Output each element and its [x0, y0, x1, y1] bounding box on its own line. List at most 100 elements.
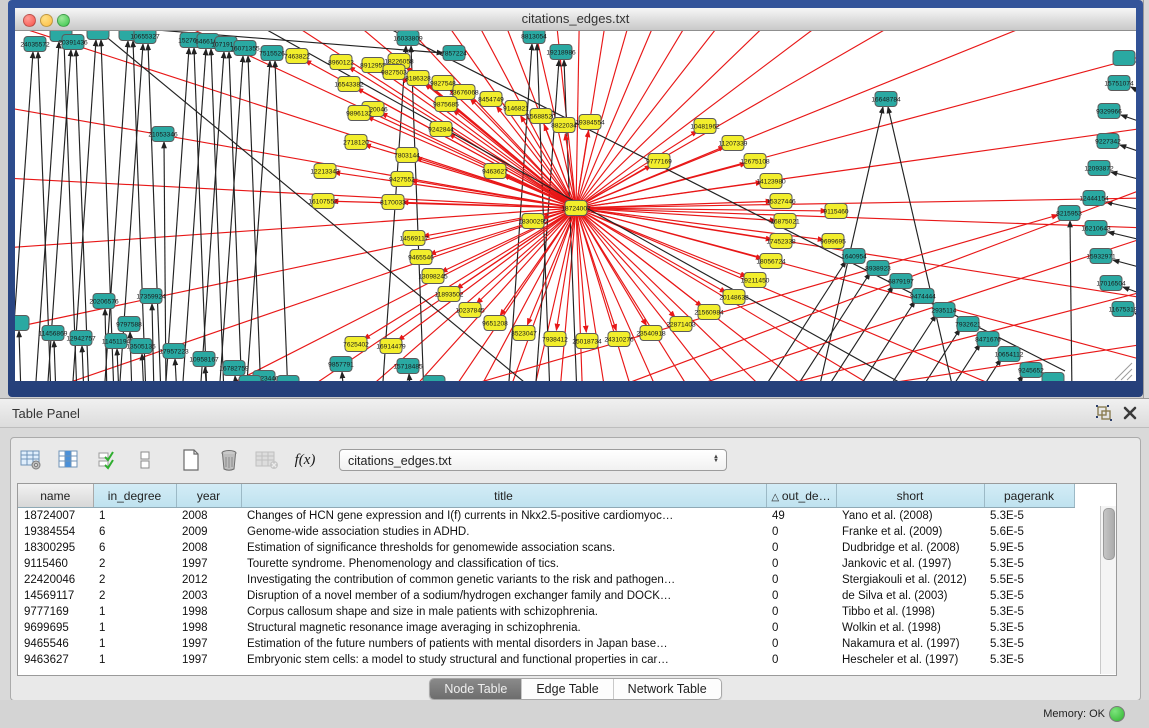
- network-node[interactable]: 15932971: [1086, 249, 1116, 264]
- network-node[interactable]: 7515526: [259, 46, 285, 61]
- network-node[interactable]: 19384554: [575, 115, 605, 130]
- network-node[interactable]: 9242844: [428, 122, 454, 137]
- network-node[interactable]: 9227342: [1095, 134, 1121, 149]
- network-node[interactable]: [1113, 51, 1135, 66]
- table-cell[interactable]: 5.3E-5: [984, 604, 1074, 620]
- network-node[interactable]: 9875685: [433, 97, 459, 112]
- network-node[interactable]: 9896132: [346, 106, 372, 121]
- network-node[interactable]: 15718485: [393, 359, 423, 374]
- network-node[interactable]: [239, 376, 261, 382]
- table-row[interactable]: 946362711997Embryonic stem cells: a mode…: [18, 652, 1074, 668]
- table-cell[interactable]: 9465546: [18, 636, 93, 652]
- table-cell[interactable]: Yano et al. (2008): [836, 508, 984, 525]
- table-cell[interactable]: Estimation of the future numbers of pati…: [241, 636, 766, 652]
- table-cell[interactable]: 5.9E-5: [984, 540, 1074, 556]
- table-cell[interactable]: Embryonic stem cells: a model to study s…: [241, 652, 766, 668]
- network-node[interactable]: 12942757: [66, 331, 96, 346]
- network-node[interactable]: 21560984: [694, 305, 724, 320]
- network-node[interactable]: 14569117: [400, 231, 429, 246]
- network-node[interactable]: 12213343: [310, 164, 340, 179]
- table-row[interactable]: 946554611997Estimation of the future num…: [18, 636, 1074, 652]
- table-cell[interactable]: 49: [766, 508, 836, 525]
- network-node[interactable]: 12675108: [740, 154, 770, 169]
- table-cell[interactable]: 0: [766, 636, 836, 652]
- table-cell[interactable]: 1: [93, 620, 176, 636]
- network-node[interactable]: 20206576: [89, 294, 119, 309]
- network-node[interactable]: 9651208: [482, 316, 508, 331]
- table-row[interactable]: 1830029562008Estimation of significance …: [18, 540, 1074, 556]
- table-cell[interactable]: 2: [93, 572, 176, 588]
- network-node[interactable]: 7463822: [284, 49, 310, 64]
- network-node[interactable]: 9245652: [1018, 363, 1044, 378]
- network-node[interactable]: 19218986: [546, 45, 576, 60]
- network-node[interactable]: 8170033: [380, 195, 406, 210]
- table-cell[interactable]: 9463627: [18, 652, 93, 668]
- table-cell[interactable]: 5.5E-5: [984, 572, 1074, 588]
- network-node[interactable]: 8960122: [328, 55, 354, 70]
- table-cell[interactable]: 1998: [176, 604, 241, 620]
- window-titlebar[interactable]: citations_edges.txt: [15, 8, 1136, 31]
- table-cell[interactable]: 14569117: [18, 588, 93, 604]
- table-cell[interactable]: 1: [93, 508, 176, 525]
- network-node[interactable]: 24035572: [20, 37, 50, 52]
- select-all-icon[interactable]: [95, 448, 119, 472]
- network-node[interactable]: 20148632: [719, 290, 749, 305]
- table-row[interactable]: 969969511998Structural magnetic resonanc…: [18, 620, 1074, 636]
- table-cell[interactable]: Corpus callosum shape and size in male p…: [241, 604, 766, 620]
- table-cell[interactable]: 2: [93, 556, 176, 572]
- network-node[interactable]: 10237845: [455, 303, 485, 318]
- table-cell[interactable]: 2008: [176, 508, 241, 525]
- table-cell[interactable]: 5.3E-5: [984, 556, 1074, 572]
- network-node[interactable]: 16033809: [393, 31, 423, 46]
- table-cell[interactable]: Changes of HCN gene expression and I(f) …: [241, 508, 766, 525]
- table-cell[interactable]: 2009: [176, 524, 241, 540]
- table-row[interactable]: 1456911722003Disruption of a novel membe…: [18, 588, 1074, 604]
- network-node[interactable]: 7938412: [542, 332, 568, 347]
- network-node[interactable]: 12444154: [1079, 191, 1109, 206]
- network-canvas[interactable]: 2403557220391436106553271527662646616010…: [15, 31, 1136, 381]
- network-node[interactable]: [87, 31, 109, 40]
- table-row[interactable]: 911546021997Tourette syndrome. Phenomeno…: [18, 556, 1074, 572]
- network-node[interactable]: 10654112: [995, 347, 1024, 362]
- network-node[interactable]: 18724007: [561, 201, 591, 216]
- table-cell[interactable]: 1997: [176, 636, 241, 652]
- network-node[interactable]: 8471676: [975, 332, 1001, 347]
- network-node[interactable]: 7857224: [441, 46, 467, 61]
- table-options-icon[interactable]: [19, 448, 43, 472]
- network-node[interactable]: 13098245: [418, 269, 448, 284]
- table-cell[interactable]: 19384554: [18, 524, 93, 540]
- table-cell[interactable]: 5.3E-5: [984, 508, 1074, 525]
- table-cell[interactable]: 2012: [176, 572, 241, 588]
- network-node[interactable]: 9146821: [503, 101, 529, 116]
- function-builder-icon[interactable]: f(x): [293, 448, 317, 472]
- tab-node-table[interactable]: Node Table: [430, 679, 522, 699]
- table-cell[interactable]: 18724007: [18, 508, 93, 525]
- table-cell[interactable]: 0: [766, 524, 836, 540]
- network-node[interactable]: 13505135: [126, 339, 156, 354]
- network-node[interactable]: 10655327: [130, 31, 160, 44]
- table-cell[interactable]: 2003: [176, 588, 241, 604]
- network-node[interactable]: 9465546: [408, 250, 434, 265]
- network-node[interactable]: 11675318: [1109, 302, 1136, 317]
- table-cell[interactable]: 2008: [176, 540, 241, 556]
- network-node[interactable]: 11456869: [39, 326, 68, 341]
- network-node[interactable]: 9474444: [910, 289, 936, 304]
- column-header-pagerank[interactable]: pagerank: [984, 484, 1074, 508]
- table-row[interactable]: 1938455462009Genome-wide association stu…: [18, 524, 1074, 540]
- table-cell[interactable]: 1: [93, 604, 176, 620]
- column-header-out_de[interactable]: △ out_de…: [766, 484, 836, 508]
- table-cell[interactable]: 9699695: [18, 620, 93, 636]
- table-cell[interactable]: 6: [93, 540, 176, 556]
- table-cell[interactable]: 0: [766, 588, 836, 604]
- show-columns-icon[interactable]: [57, 448, 81, 472]
- table-scrollbar[interactable]: [1100, 506, 1116, 674]
- network-node[interactable]: 17957223: [159, 344, 189, 359]
- table-cell[interactable]: 5.3E-5: [984, 652, 1074, 668]
- table-cell[interactable]: 0: [766, 652, 836, 668]
- table-cell[interactable]: Nakamura et al. (1997): [836, 636, 984, 652]
- network-node[interactable]: 15327446: [766, 194, 796, 209]
- table-cell[interactable]: 1: [93, 636, 176, 652]
- network-node[interactable]: 16071355: [230, 41, 260, 56]
- network-node[interactable]: 1640954: [841, 249, 867, 264]
- network-node[interactable]: 11207339: [719, 136, 748, 151]
